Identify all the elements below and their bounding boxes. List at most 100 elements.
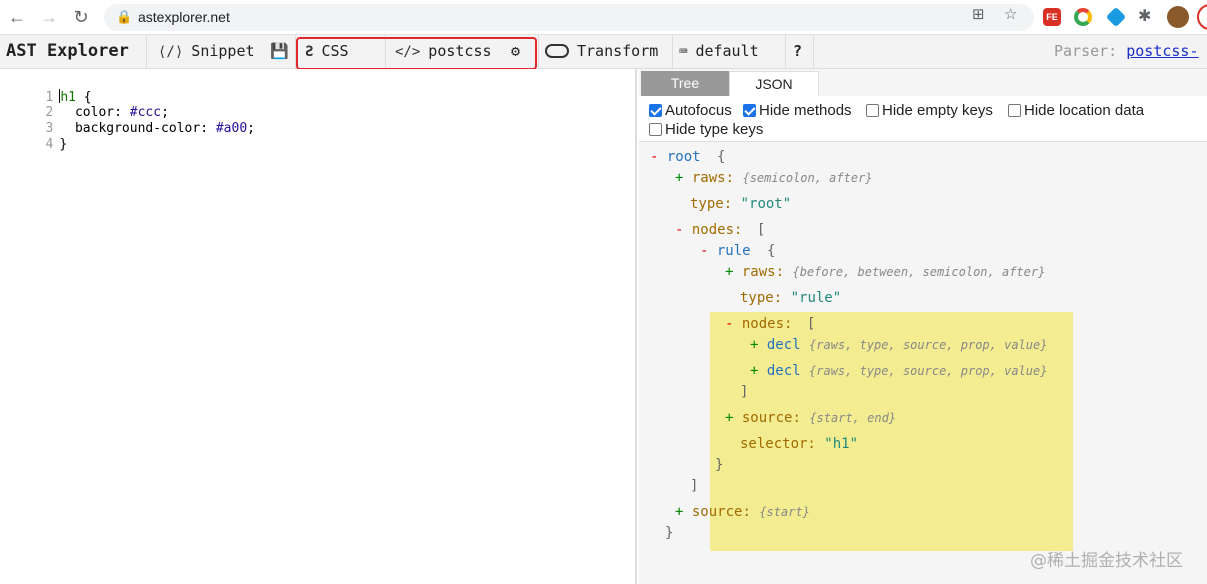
node-name: root (666, 149, 701, 165)
autofocus-checkbox[interactable] (649, 104, 662, 117)
hide-location-data-checkbox[interactable] (1008, 104, 1021, 117)
collapse-toggle[interactable]: - (650, 149, 658, 165)
save-icon[interactable]: 💾 (270, 35, 289, 68)
prop-value: "root" (740, 196, 792, 212)
address-bar[interactable]: 🔒 astexplorer.net (104, 4, 1034, 31)
css-property: background-color: (59, 121, 216, 136)
expand-toggle[interactable]: + (750, 363, 758, 379)
prop-value: "rule" (790, 290, 842, 306)
transform-toggle-button[interactable]: Transform (545, 35, 658, 68)
node-summary: {raws, type, source, prop, value} (809, 364, 1048, 378)
toolbar-divider (672, 35, 673, 68)
extensions-puzzle-icon[interactable]: ✱ (1138, 6, 1151, 26)
prop-key: source: (741, 410, 801, 426)
option-label: Hide methods (759, 102, 852, 119)
ast-output-pane: Tree JSON Autofocus Hide methods Hide em… (639, 69, 1207, 584)
tree-prop-raws[interactable]: + raws: {before, between, semicolon, aft… (725, 263, 1045, 281)
keyboard-icon: ⌨ (679, 44, 688, 60)
bookmark-star-icon[interactable]: ☆ (1004, 5, 1017, 23)
collapse-toggle[interactable]: - (725, 316, 733, 332)
tree-options: Autofocus Hide methods Hide empty keys H… (639, 96, 1207, 142)
toggle-switch-icon (545, 44, 569, 58)
parser-link[interactable]: postcss- (1126, 42, 1198, 60)
tree-prop-source[interactable]: + source: {start} (675, 503, 810, 521)
tree-prop-raws[interactable]: + raws: {semicolon, after} (675, 169, 873, 187)
hide-methods-option[interactable]: Hide methods (743, 102, 852, 120)
hide-empty-keys-option[interactable]: Hide empty keys (866, 102, 993, 120)
bracket: { (767, 243, 776, 259)
keymap-label: default (695, 42, 759, 60)
prop-summary: {start, end} (809, 411, 897, 425)
bracket-close: ] (690, 477, 698, 495)
help-button[interactable]: ? (793, 35, 802, 68)
prop-summary: {before, between, semicolon, after} (792, 265, 1046, 279)
bracket-close: } (665, 524, 673, 542)
toolbar-divider (813, 35, 814, 68)
translate-icon[interactable]: ⊞ (972, 5, 985, 23)
tree-prop-nodes[interactable]: - nodes: [ (675, 221, 765, 239)
prop-summary: {semicolon, after} (742, 171, 873, 185)
tree-prop-nodes[interactable]: - nodes: [ (725, 315, 815, 333)
app-toolbar: AST Explorer ⟨/⟩ Snippet 💾 Ƨ CSS </> postcs… (0, 35, 1207, 69)
code-editor[interactable]: 1 h1 { 2 color: #ccc; 3 background-color:… (0, 69, 637, 584)
tree-prop-type: type: "rule" (740, 289, 841, 307)
profile-avatar[interactable] (1167, 6, 1189, 28)
code-line: 3 background-color: #a00; (0, 105, 255, 136)
expand-toggle[interactable]: + (675, 170, 683, 186)
expand-toggle[interactable]: + (750, 337, 758, 353)
tab-json[interactable]: JSON (729, 71, 819, 96)
bracket: } (665, 525, 674, 541)
code-line: 2 color: #ccc; (0, 89, 168, 120)
fe-extension-icon[interactable]: FE (1043, 8, 1061, 26)
tree-node-rule[interactable]: - rule { (700, 242, 775, 260)
hide-location-data-option[interactable]: Hide location data (1008, 102, 1144, 120)
prop-key: nodes: (691, 222, 743, 238)
watermark: @稀土掘金技术社区 (1030, 551, 1183, 571)
bracket: { (717, 149, 726, 165)
parser-info: Parser: postcss- (1054, 35, 1199, 68)
node-name: decl (766, 363, 801, 379)
tree-node-root[interactable]: - root { (650, 148, 725, 166)
prop-key: raws: (741, 264, 785, 280)
bracket: [ (806, 316, 816, 332)
hide-methods-checkbox[interactable] (743, 104, 756, 117)
chrome-extension-icon[interactable] (1074, 8, 1092, 26)
option-label: Hide type keys (665, 121, 764, 138)
expand-toggle[interactable]: + (725, 410, 733, 426)
diamond-extension-icon[interactable] (1105, 6, 1127, 28)
tree-prop-source[interactable]: + source: {start, end} (725, 409, 896, 427)
keymap-select-button[interactable]: ⌨ default (679, 35, 759, 68)
bracket: } (715, 457, 724, 473)
account-badge-icon[interactable] (1197, 4, 1207, 30)
option-label: Hide location data (1024, 102, 1145, 119)
toolbar-divider (146, 35, 147, 68)
tree-node-decl[interactable]: + decl {raws, type, source, prop, value} (750, 362, 1047, 380)
reload-icon[interactable]: ↻ (70, 6, 92, 28)
toolbar-divider (785, 35, 786, 68)
transform-label: Transform (577, 42, 659, 60)
lock-icon: 🔒 (116, 9, 133, 24)
app-title: AST Explorer (6, 41, 129, 61)
back-arrow-icon[interactable]: ← (6, 6, 28, 28)
tree-prop-type: type: "root" (690, 195, 791, 213)
ast-tree: - root { + raws: {semicolon, after} type… (639, 143, 1207, 584)
hide-type-keys-option[interactable]: Hide type keys (649, 121, 763, 139)
node-summary: {raws, type, source, prop, value} (809, 338, 1048, 352)
hide-empty-keys-checkbox[interactable] (866, 104, 879, 117)
expand-toggle[interactable]: + (725, 264, 733, 280)
collapse-toggle[interactable]: - (675, 222, 683, 238)
code-text: } (59, 137, 68, 152)
prop-key: selector: (740, 436, 816, 452)
prop-summary: {start} (759, 505, 810, 519)
line-number: 4 (45, 137, 54, 152)
tab-tree[interactable]: Tree (641, 71, 729, 96)
autofocus-option[interactable]: Autofocus (649, 102, 732, 120)
tree-node-decl[interactable]: + decl {raws, type, source, prop, value} (750, 336, 1047, 354)
collapse-toggle[interactable]: - (700, 243, 708, 259)
prop-key: raws: (691, 170, 735, 186)
forward-arrow-icon[interactable]: → (38, 6, 60, 28)
expand-toggle[interactable]: + (675, 504, 683, 520)
snippet-button[interactable]: ⟨/⟩ Snippet (158, 35, 255, 68)
hide-type-keys-checkbox[interactable] (649, 123, 662, 136)
annotation-highlight-box (296, 37, 537, 70)
